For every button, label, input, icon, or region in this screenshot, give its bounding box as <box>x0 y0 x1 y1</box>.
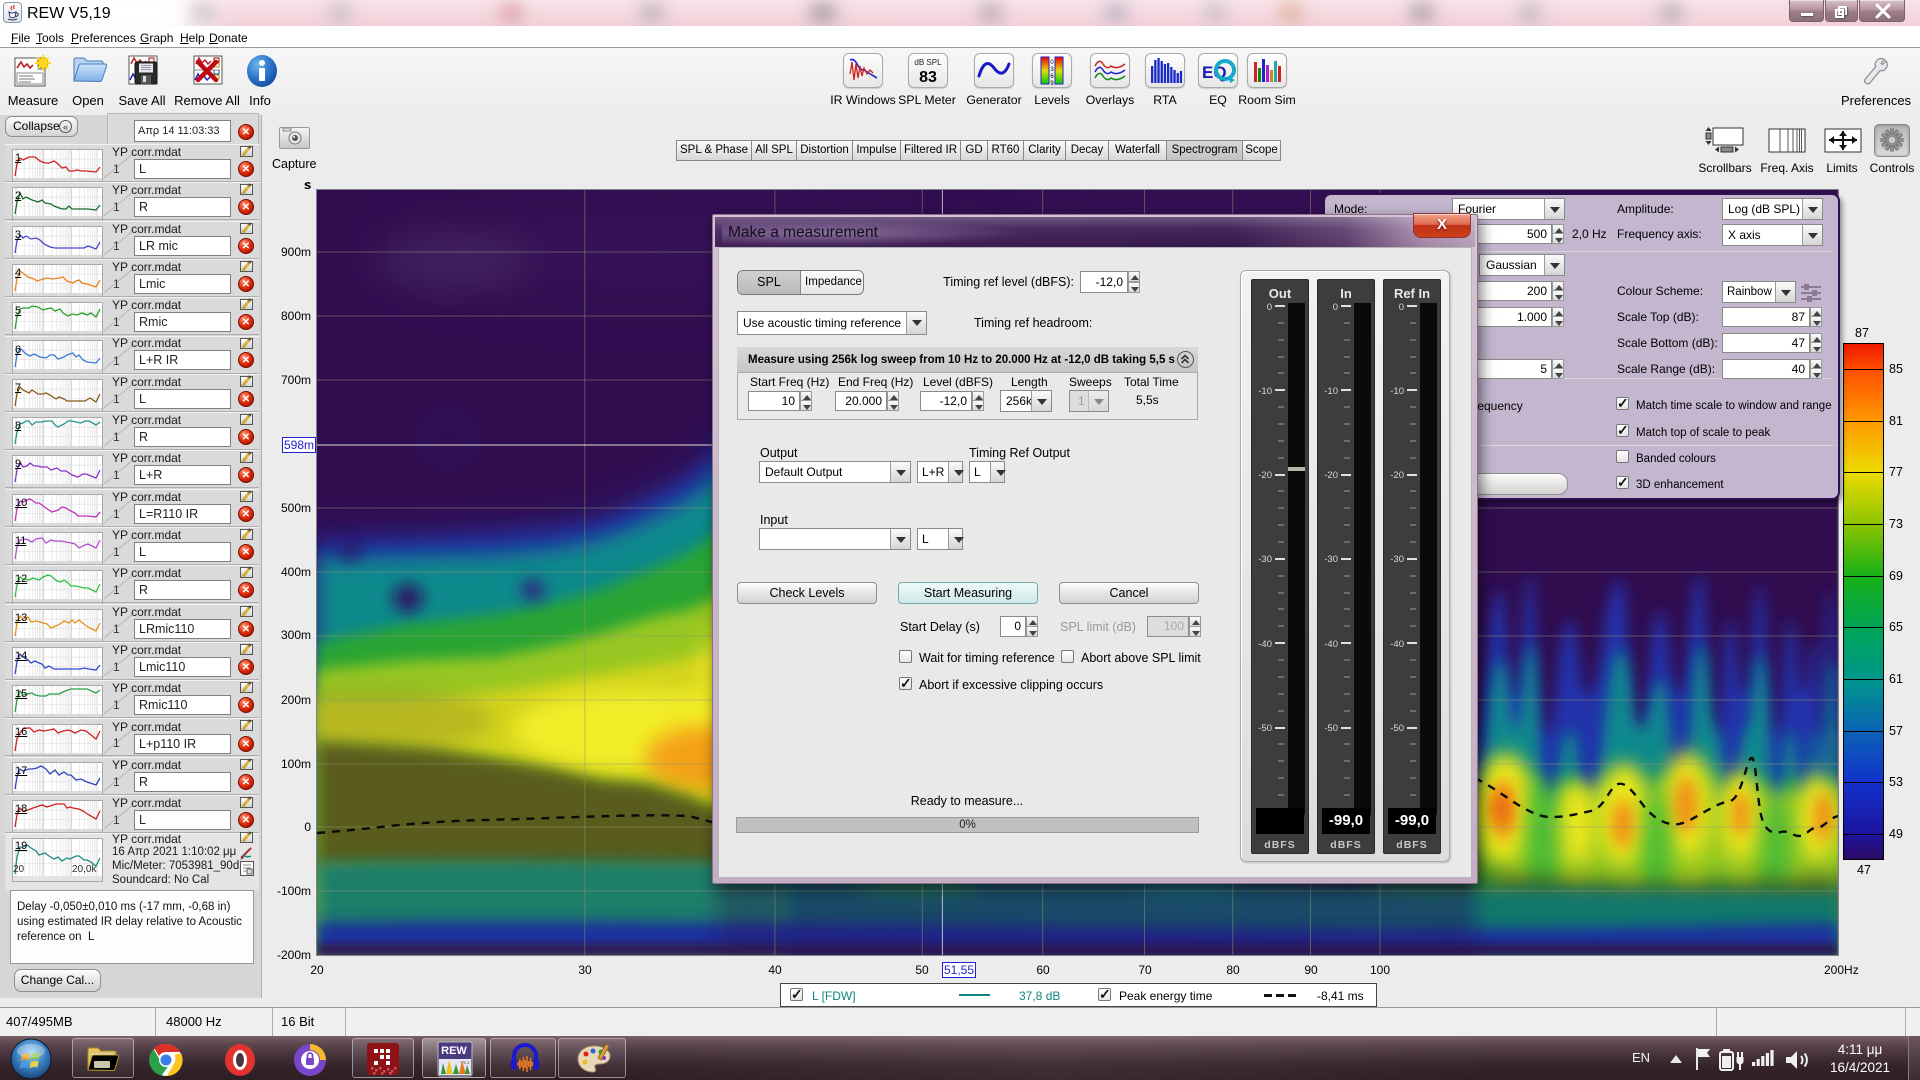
svg-text:0: 0 <box>1399 302 1404 313</box>
svg-text:-30: -30 <box>1258 554 1272 565</box>
svg-text:-50: -50 <box>1390 723 1404 734</box>
svg-text:6: 6 <box>1050 74 1054 80</box>
svg-text:-20: -20 <box>1324 470 1338 481</box>
svg-text:-30: -30 <box>1324 554 1338 565</box>
svg-text:-40: -40 <box>1258 639 1272 650</box>
svg-text:-20: -20 <box>1390 470 1404 481</box>
svg-text:-10: -10 <box>1390 386 1404 397</box>
svg-text:-40: -40 <box>1324 639 1338 650</box>
svg-text:9: 9 <box>1050 81 1054 87</box>
svg-text:83: 83 <box>919 69 937 86</box>
svg-text:0: 0 <box>1050 60 1054 66</box>
svg-text:-10: -10 <box>1324 386 1338 397</box>
svg-text:-50: -50 <box>1258 723 1272 734</box>
svg-text:-20: -20 <box>1258 470 1272 481</box>
svg-text:-40: -40 <box>1390 639 1404 650</box>
svg-text:3: 3 <box>1050 67 1054 73</box>
svg-text:-50: -50 <box>1324 723 1338 734</box>
svg-text:dB SPL: dB SPL <box>914 58 942 67</box>
svg-text:REW: REW <box>441 1045 467 1057</box>
svg-text:-30: -30 <box>1390 554 1404 565</box>
svg-text:0: 0 <box>1333 302 1338 313</box>
svg-text:-10: -10 <box>1258 386 1272 397</box>
svg-text:0: 0 <box>1267 302 1272 313</box>
